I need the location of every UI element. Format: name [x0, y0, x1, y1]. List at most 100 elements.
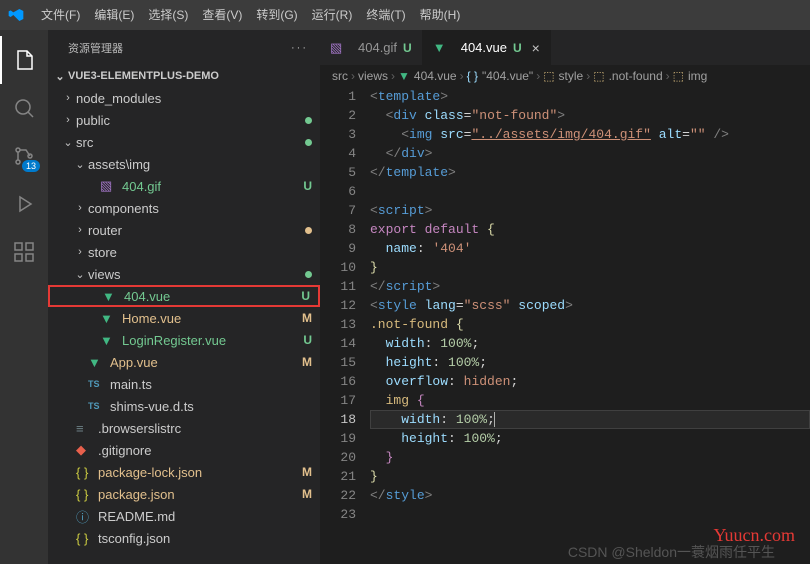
- breadcrumb-item[interactable]: ⬚.not-found: [593, 69, 662, 83]
- git-dot: [305, 227, 312, 234]
- git-status: M: [302, 355, 312, 369]
- menu-item[interactable]: 帮助(H): [413, 0, 468, 30]
- file-name: package-lock.json: [98, 465, 298, 480]
- tab-label: 404.vue: [461, 40, 507, 55]
- file-item[interactable]: { }package-lock.jsonM: [48, 461, 320, 483]
- folder-item[interactable]: ›node_modules: [48, 87, 320, 109]
- file-item[interactable]: { }package.jsonM: [48, 483, 320, 505]
- code[interactable]: <template> <div class="not-found"> <img …: [370, 87, 810, 564]
- file-name: assets\img: [88, 157, 312, 172]
- code-line[interactable]: img {: [370, 391, 810, 410]
- git-status: U: [303, 179, 312, 193]
- code-line[interactable]: <div class="not-found">: [370, 106, 810, 125]
- file-name: App.vue: [110, 355, 298, 370]
- file-item[interactable]: { } tsconfig.json: [48, 527, 320, 549]
- menu-item[interactable]: 终端(T): [359, 0, 412, 30]
- code-line[interactable]: <img src="../assets/img/404.gif" alt="" …: [370, 125, 810, 144]
- sidebar-more-icon[interactable]: ···: [291, 42, 308, 54]
- folder-item[interactable]: ›store: [48, 241, 320, 263]
- editor[interactable]: 1234567891011121314151617181920212223 <t…: [320, 87, 810, 564]
- code-line[interactable]: </template>: [370, 163, 810, 182]
- code-line[interactable]: height: 100%;: [370, 429, 810, 448]
- chevron-right-icon: ›: [666, 69, 670, 83]
- file-name: router: [88, 223, 301, 238]
- vscode-icon: [8, 7, 24, 23]
- file-name: tsconfig.json: [98, 531, 312, 546]
- code-line[interactable]: </script>: [370, 277, 810, 296]
- file-name: README.md: [98, 509, 312, 524]
- code-line[interactable]: overflow: hidden;: [370, 372, 810, 391]
- code-line[interactable]: width: 100%;: [370, 410, 810, 429]
- tab[interactable]: ▼ 404.vue U ×: [423, 30, 551, 65]
- vue-icon: ▼: [100, 311, 116, 326]
- activity-bar: 13: [0, 30, 48, 564]
- menu-item[interactable]: 文件(F): [34, 0, 87, 30]
- tab[interactable]: ▧404.gifU: [320, 30, 423, 65]
- code-line[interactable]: }: [370, 448, 810, 467]
- file-item[interactable]: ◆.gitignore: [48, 439, 320, 461]
- code-line[interactable]: width: 100%;: [370, 334, 810, 353]
- menu-item[interactable]: 转到(G): [249, 0, 304, 30]
- code-line[interactable]: export default {: [370, 220, 810, 239]
- folder-item[interactable]: ›public: [48, 109, 320, 131]
- file-name: 404.gif: [122, 179, 299, 194]
- extensions-icon[interactable]: [0, 228, 48, 276]
- folder-item[interactable]: ⌄assets\img: [48, 153, 320, 175]
- folder-item[interactable]: ›components: [48, 197, 320, 219]
- file-name: .gitignore: [98, 443, 312, 458]
- titlebar: 文件(F)编辑(E)选择(S)查看(V)转到(G)运行(R)终端(T)帮助(H): [0, 0, 810, 30]
- git-status: M: [302, 487, 312, 501]
- code-line[interactable]: [370, 505, 810, 524]
- code-line[interactable]: </div>: [370, 144, 810, 163]
- code-line[interactable]: <style lang="scss" scoped>: [370, 296, 810, 315]
- vue-icon: ▼: [100, 333, 116, 348]
- git-dot: [305, 139, 312, 146]
- project-header[interactable]: ⌄ VUE3-ELEMENTPLUS-DEMO: [48, 65, 320, 87]
- file-item[interactable]: ▼LoginRegister.vueU: [48, 329, 320, 351]
- breadcrumb-item[interactable]: src: [332, 69, 348, 83]
- chevron-right-icon: ›: [391, 69, 395, 83]
- git-status: M: [302, 311, 312, 325]
- breadcrumb-item[interactable]: ⬚style: [543, 69, 583, 83]
- menu-item[interactable]: 选择(S): [141, 0, 195, 30]
- img-icon: ▧: [100, 178, 116, 194]
- json-icon: { }: [76, 531, 92, 546]
- file-name: components: [88, 201, 312, 216]
- code-line[interactable]: <template>: [370, 87, 810, 106]
- explorer-icon[interactable]: [0, 36, 48, 84]
- search-icon[interactable]: [0, 84, 48, 132]
- file-item[interactable]: ▼Home.vueM: [48, 307, 320, 329]
- tab-status: U: [513, 41, 522, 55]
- code-line[interactable]: [370, 182, 810, 201]
- breadcrumb-item[interactable]: ▼404.vue: [398, 69, 457, 83]
- folder-item[interactable]: ⌄src: [48, 131, 320, 153]
- file-item[interactable]: ≡.browserslistrc: [48, 417, 320, 439]
- menu-item[interactable]: 编辑(E): [87, 0, 141, 30]
- breadcrumb-item[interactable]: views: [358, 69, 388, 83]
- code-line[interactable]: <script>: [370, 201, 810, 220]
- menu-item[interactable]: 运行(R): [305, 0, 360, 30]
- code-line[interactable]: }: [370, 467, 810, 486]
- debug-icon[interactable]: [0, 180, 48, 228]
- code-line[interactable]: .not-found {: [370, 315, 810, 334]
- scm-badge: 13: [22, 160, 40, 172]
- code-line[interactable]: height: 100%;: [370, 353, 810, 372]
- file-item[interactable]: ▼404.vueU: [48, 285, 320, 307]
- scm-icon[interactable]: 13: [0, 132, 48, 180]
- folder-item[interactable]: ⌄views: [48, 263, 320, 285]
- code-line[interactable]: }: [370, 258, 810, 277]
- breadcrumb-item[interactable]: { }"404.vue": [467, 69, 534, 83]
- code-line[interactable]: name: '404': [370, 239, 810, 258]
- menu-item[interactable]: 查看(V): [195, 0, 249, 30]
- file-item[interactable]: ▧ 404.gif U: [48, 175, 320, 197]
- breadcrumb-item[interactable]: ⬚img: [673, 69, 708, 83]
- code-line[interactable]: </style>: [370, 486, 810, 505]
- vue-icon: ▼: [433, 40, 449, 55]
- file-item[interactable]: ▼App.vueM: [48, 351, 320, 373]
- file-item[interactable]: TSmain.ts: [48, 373, 320, 395]
- folder-item[interactable]: ›router: [48, 219, 320, 241]
- close-icon[interactable]: ×: [532, 40, 540, 56]
- file-item[interactable]: TSshims-vue.d.ts: [48, 395, 320, 417]
- file-item[interactable]: ⓘREADME.md: [48, 505, 320, 527]
- file-name: public: [76, 113, 301, 128]
